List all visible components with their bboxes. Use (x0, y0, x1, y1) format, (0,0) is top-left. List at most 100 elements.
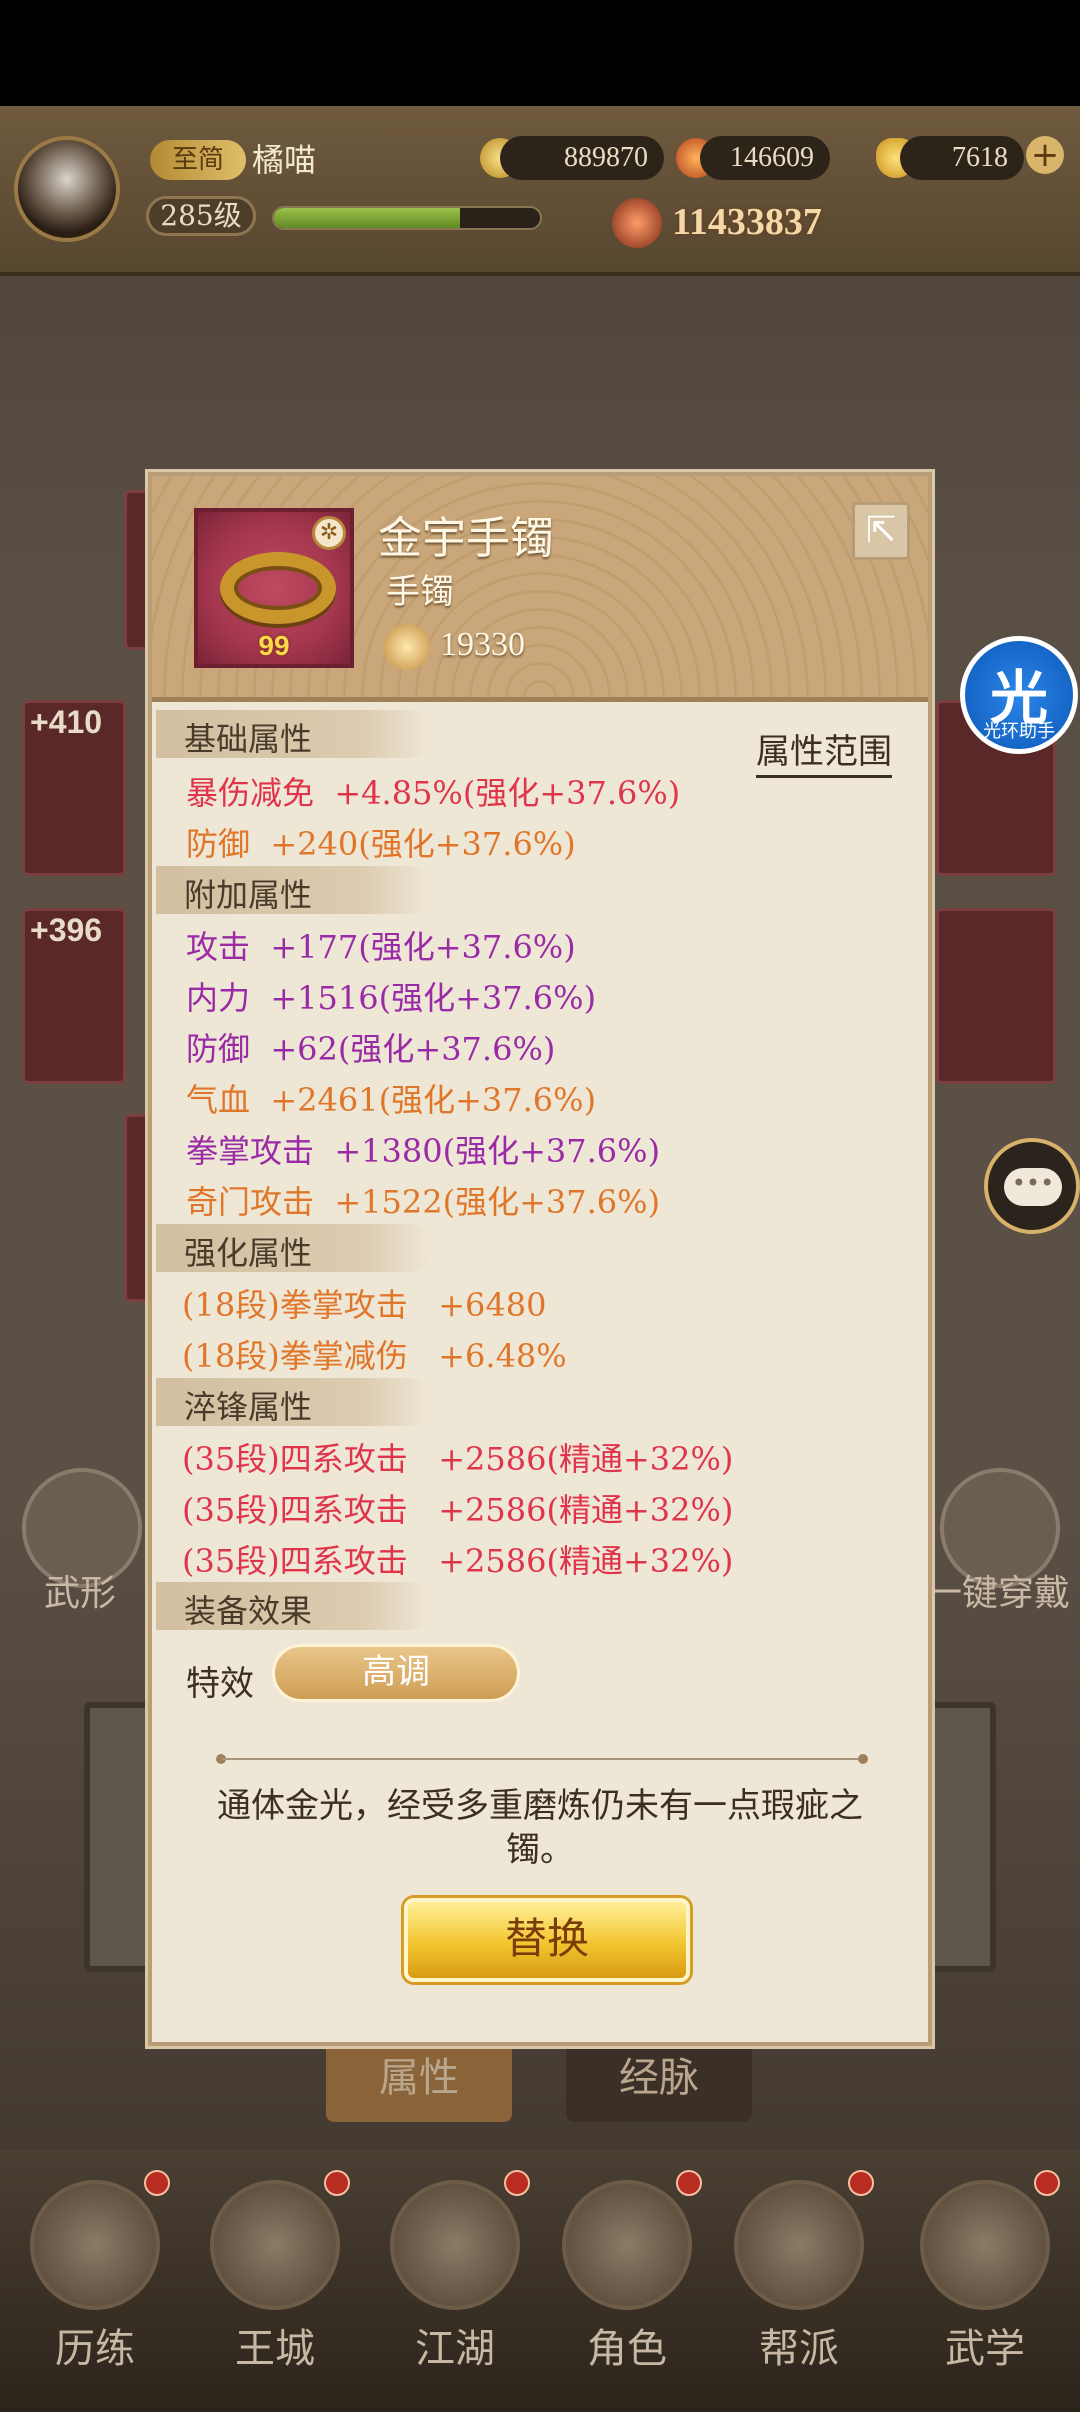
attr-name: 拳掌攻击 (186, 1132, 315, 1170)
attr-row: 拳掌攻击 +1380(强化+37.6%) (186, 1126, 660, 1172)
combat-power-value: 11433837 (672, 201, 822, 243)
attr-name: (18段)拳掌攻击 (182, 1286, 408, 1324)
attr-row: (35段)四系攻击 +2586(精通+32%) (182, 1536, 733, 1582)
attr-row: 内力 +1516(强化+37.6%) (186, 973, 596, 1019)
nav-martial-arts[interactable]: 武学 (910, 2170, 1060, 2390)
section-temper-attributes: 淬锋属性 (156, 1378, 432, 1426)
attr-value: +2586(精通+32%) (438, 1440, 734, 1478)
equip-slot-level: +410 (30, 704, 103, 740)
nav-royal-city[interactable]: 王城 (200, 2170, 350, 2390)
attr-name: 奇门攻击 (186, 1183, 315, 1221)
attr-row: 防御 +62(强化+37.6%) (186, 1024, 555, 1070)
guild-icon (734, 2180, 864, 2310)
section-title: 基础属性 (184, 720, 313, 758)
nav-guild[interactable]: 帮派 (724, 2170, 874, 2390)
attr-name: (18段)拳掌减伤 (182, 1337, 408, 1375)
equip-slot[interactable] (936, 908, 1056, 1084)
notification-dot (1034, 2170, 1060, 2196)
helper-float-button[interactable]: 光 光环助手 (960, 636, 1078, 754)
tab-meridian[interactable]: 经脉 (566, 2034, 752, 2122)
nav-label: 历练 (55, 2326, 135, 2372)
player-name: 橘喵 (252, 141, 317, 179)
nav-label: 帮派 (759, 2326, 839, 2372)
nav-training[interactable]: 历练 (20, 2170, 170, 2390)
quality-badge-icon: ✲ (312, 516, 346, 550)
ingot-amount: 7618 (900, 136, 1024, 180)
item-type: 手镯 (386, 572, 454, 612)
equip-all-label: 一键穿戴 (926, 1573, 1071, 1614)
attr-row: 气血 +2461(强化+37.6%) (186, 1075, 596, 1121)
training-icon (30, 2180, 160, 2310)
nav-label: 角色 (587, 2326, 667, 2372)
nav-character[interactable]: 角色 (552, 2170, 702, 2390)
item-count: 99 (258, 630, 290, 661)
notification-dot (324, 2170, 350, 2196)
attr-value: +1380(强化+37.6%) (334, 1132, 661, 1170)
item-score: 19330 (440, 626, 525, 663)
exp-fill (274, 208, 461, 228)
gold-amount: 889870 (500, 136, 664, 180)
effect-tag-button[interactable]: 高调 (272, 1644, 520, 1702)
section-enhance-attributes: 强化属性 (156, 1224, 432, 1272)
section-title: 附加属性 (184, 876, 313, 914)
city-icon (210, 2180, 340, 2310)
attr-value: +62(强化+37.6%) (270, 1030, 556, 1068)
share-button[interactable]: ⇱ (852, 502, 910, 560)
attr-value: +240(强化+37.6%) (270, 825, 576, 863)
dialog-header: ✲ 99 金宇手镯 手镯 19330 ⇱ (152, 476, 928, 702)
add-currency-icon[interactable]: + (1026, 136, 1064, 174)
attr-name: 攻击 (186, 928, 251, 966)
top-bar: 至简 橘喵 285级 889870 146609 7618 (0, 106, 1080, 276)
attr-name: 气血 (186, 1081, 251, 1119)
attr-name: 内力 (186, 979, 251, 1017)
chat-bubble-icon: ••• (1004, 1168, 1062, 1206)
share-icon: ⇱ (865, 510, 897, 551)
helper-label: 光环助手 (983, 721, 1055, 742)
attr-name: (35段)四系攻击 (182, 1440, 408, 1478)
nav-label: 江湖 (415, 2326, 495, 2372)
jianghu-icon (390, 2180, 520, 2310)
nav-jianghu[interactable]: 江湖 (380, 2170, 530, 2390)
nav-label: 武学 (945, 2326, 1025, 2372)
section-basic-attributes: 基础属性 (156, 710, 432, 758)
attr-value: +6.48% (438, 1337, 567, 1375)
notification-dot (504, 2170, 530, 2196)
player-avatar[interactable] (14, 136, 120, 242)
player-level: 285级 (146, 196, 256, 236)
equip-slot-level: +396 (30, 912, 103, 948)
attribute-range-link[interactable]: 属性范围 (756, 724, 892, 778)
weapon-form-label: 武形 (44, 1573, 117, 1614)
nav-label: 王城 (235, 2326, 315, 2372)
notification-dot (144, 2170, 170, 2196)
section-title: 淬锋属性 (184, 1388, 313, 1426)
attr-value: +4.85%(强化+37.6%) (334, 774, 681, 812)
section-title: 装备效果 (184, 1592, 313, 1630)
dialog-body: 属性范围 基础属性 暴伤减免 +4.85%(强化+37.6%) 防御 +240(… (152, 702, 928, 2042)
attr-value: +1522(强化+37.6%) (334, 1183, 661, 1221)
scroll-icon (920, 2180, 1050, 2310)
score-icon (384, 624, 430, 670)
attr-name: 暴伤减免 (186, 774, 315, 812)
item-icon: ✲ 99 (194, 508, 354, 668)
attr-value: +177(强化+37.6%) (270, 928, 576, 966)
attr-name: 防御 (186, 1030, 251, 1068)
attr-row: (18段)拳掌减伤 +6.48% (182, 1331, 567, 1377)
item-detail-dialog: ✲ 99 金宇手镯 手镯 19330 ⇱ 属性范围 基础属性 暴伤减免 +4.8… (148, 472, 932, 2046)
tab-attributes[interactable]: 属性 (326, 2034, 512, 2122)
character-icon (562, 2180, 692, 2310)
replace-button[interactable]: 替换 (404, 1898, 690, 1982)
attr-row: 防御 +240(强化+37.6%) (186, 819, 576, 865)
attr-value: +2461(强化+37.6%) (270, 1081, 597, 1119)
attr-row: 奇门攻击 +1522(强化+37.6%) (186, 1177, 660, 1223)
attr-row: 攻击 +177(强化+37.6%) (186, 922, 576, 968)
attr-name: (35段)四系攻击 (182, 1491, 408, 1529)
attr-row: (35段)四系攻击 +2586(精通+32%) (182, 1485, 733, 1531)
notification-dot (848, 2170, 874, 2196)
item-name: 金宇手镯 (378, 513, 554, 564)
section-equip-effect: 装备效果 (156, 1582, 432, 1630)
attr-name: 防御 (186, 825, 251, 863)
vip-tag: 至简 (150, 140, 246, 180)
attr-value: +2586(精通+32%) (438, 1542, 734, 1580)
section-title: 强化属性 (184, 1234, 313, 1272)
chat-float-button[interactable]: ••• (984, 1138, 1080, 1234)
